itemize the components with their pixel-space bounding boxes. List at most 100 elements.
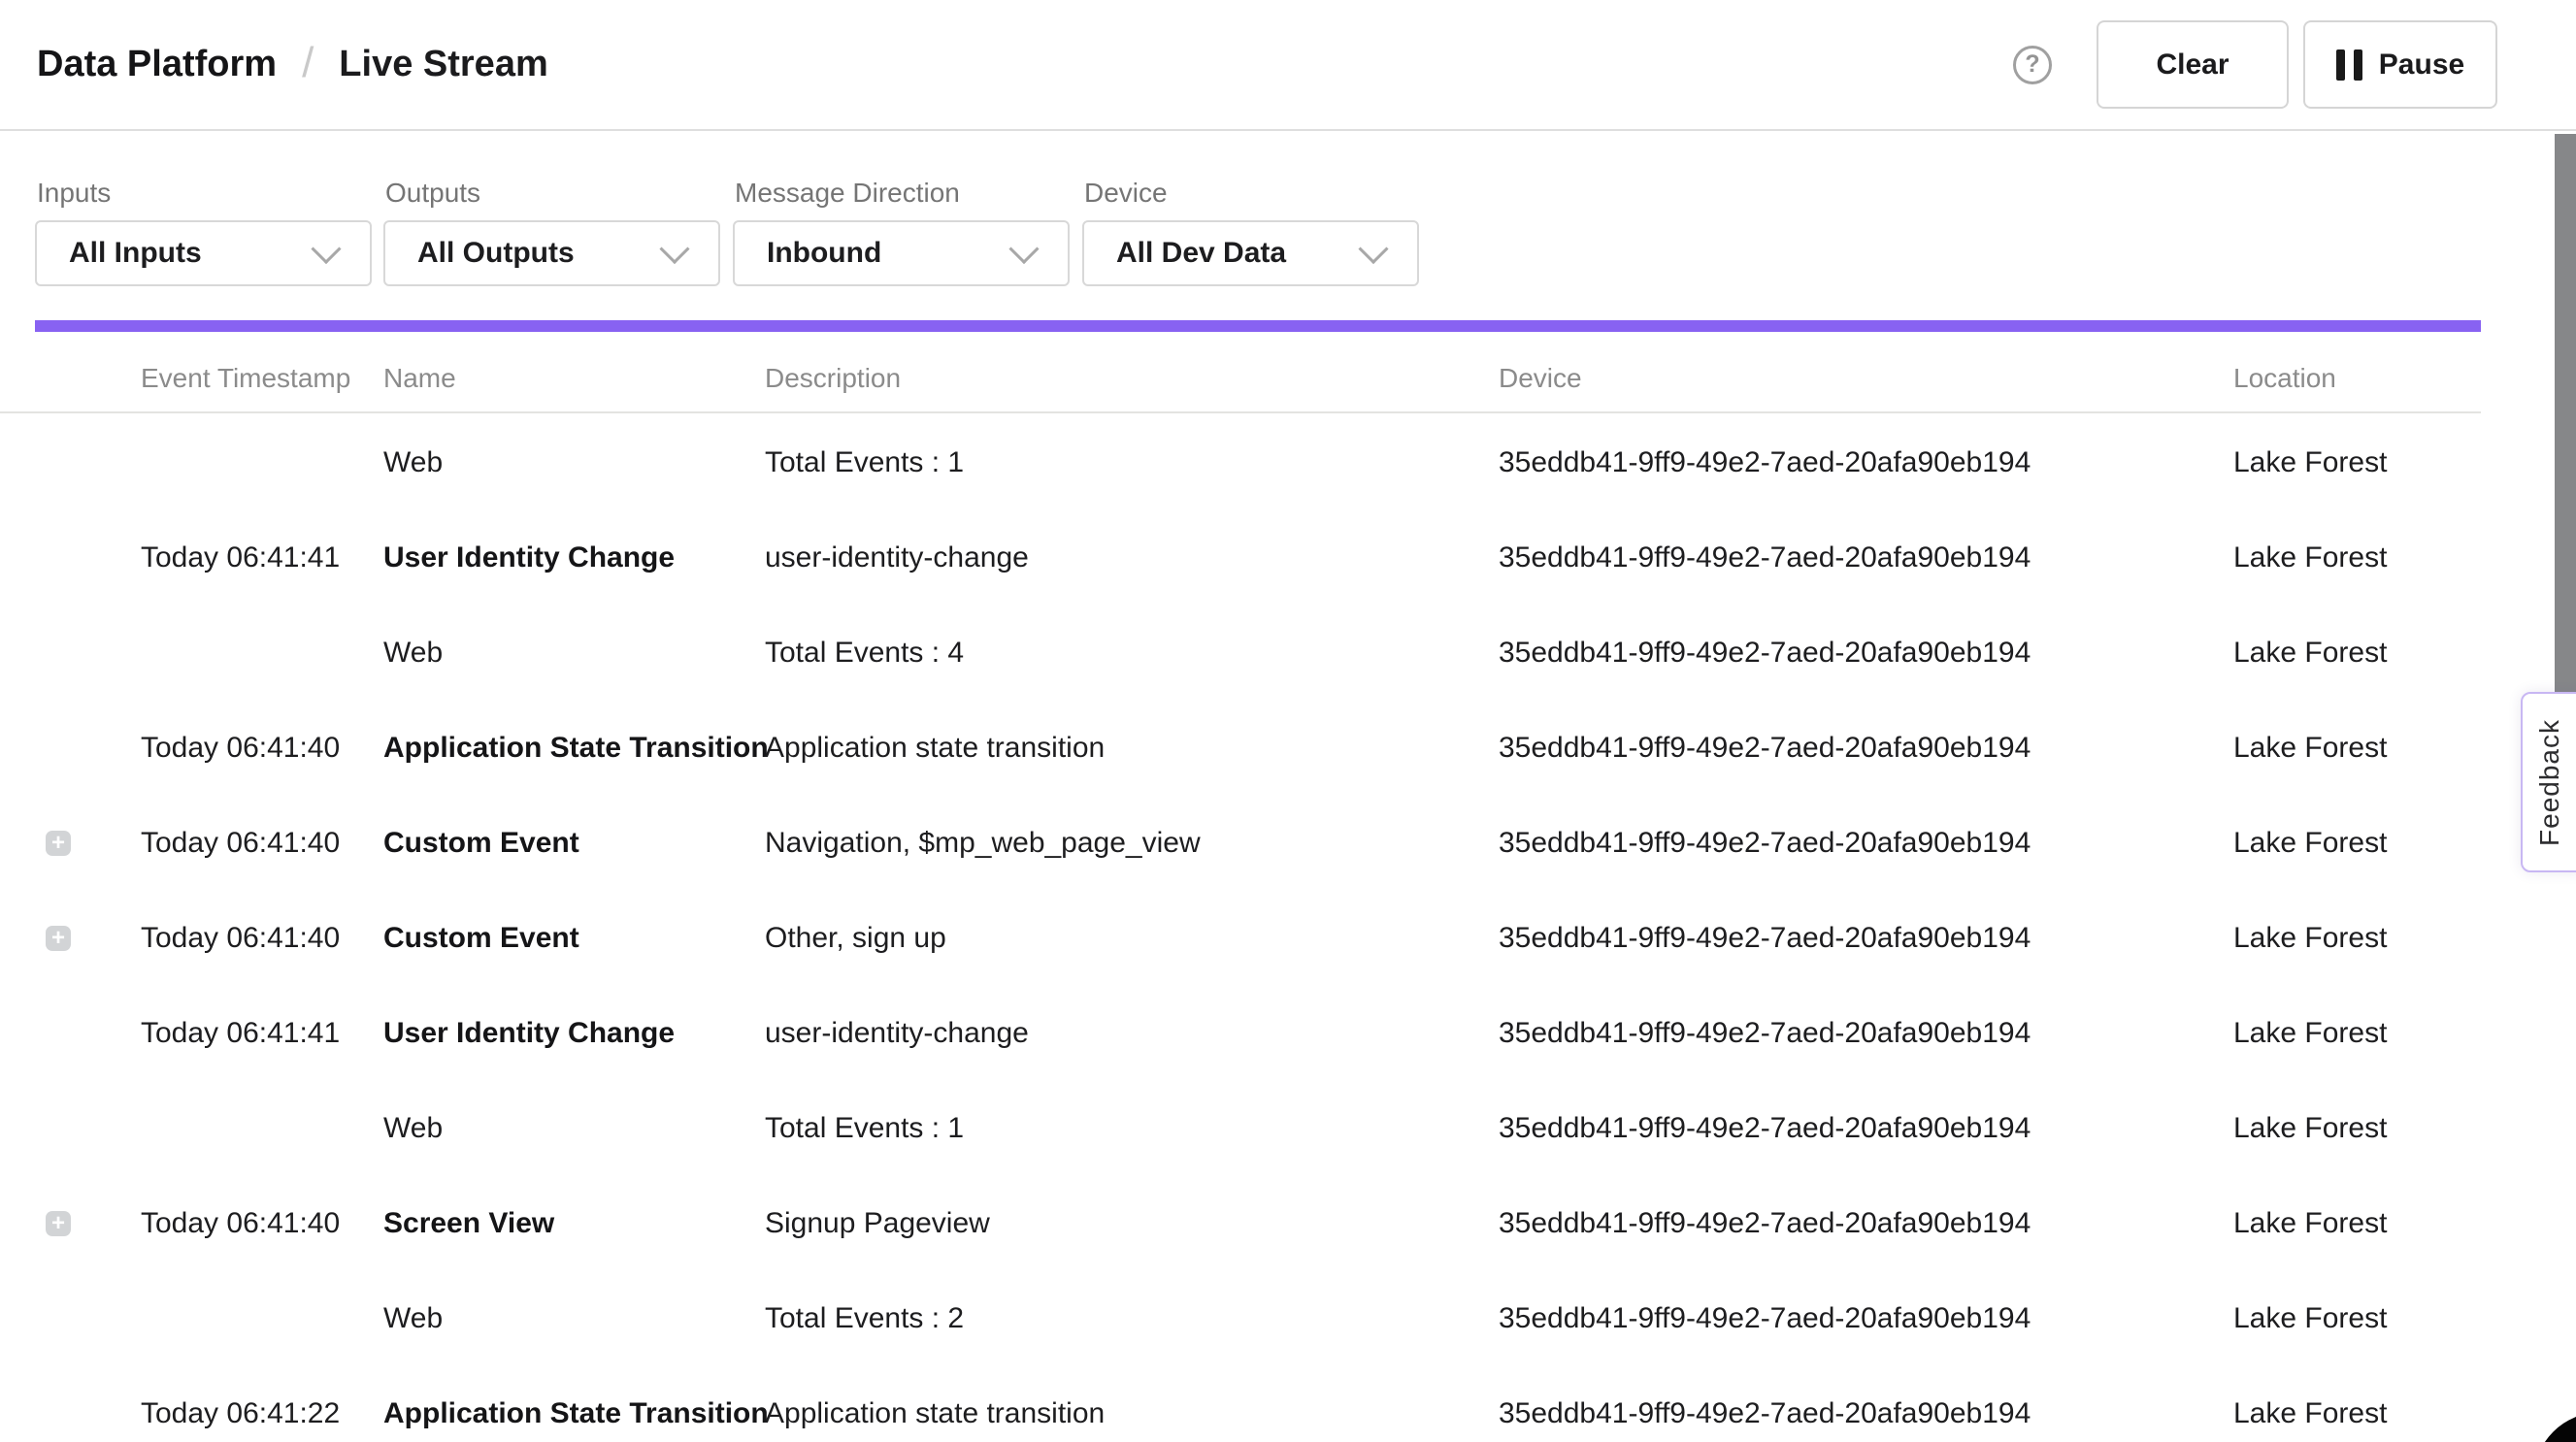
row-name: Application State Transition (383, 732, 769, 765)
help-icon[interactable]: ? (2013, 46, 2052, 84)
table-row[interactable]: Today 06:41:40 Application State Transiti… (0, 701, 2576, 796)
row-location: Lake Forest (2233, 922, 2387, 955)
row-name: Custom Event (383, 922, 579, 955)
row-name: Web (383, 637, 443, 670)
pause-button-label: Pause (2379, 49, 2464, 82)
row-location: Lake Forest (2233, 1207, 2387, 1240)
row-name: Custom Event (383, 827, 579, 860)
row-device: 35eddb41-9ff9-49e2-7aed-20afa90eb194 (1499, 827, 2031, 860)
row-timestamp: Today 06:41:40 (141, 1207, 340, 1240)
column-header-name: Name (383, 363, 456, 394)
filter-outputs-select[interactable]: All Outputs (383, 220, 720, 286)
column-header-location: Location (2233, 363, 2336, 394)
expand-row-button[interactable]: + (46, 1211, 71, 1236)
header-actions: ? Clear Pause (2013, 20, 2497, 109)
plus-icon: + (51, 926, 65, 951)
header: Data Platform / Live Stream ? Clear Paus… (0, 0, 2576, 131)
pause-button[interactable]: Pause (2303, 20, 2497, 109)
row-device: 35eddb41-9ff9-49e2-7aed-20afa90eb194 (1499, 1207, 2031, 1240)
pause-icon (2336, 49, 2362, 81)
row-device: 35eddb41-9ff9-49e2-7aed-20afa90eb194 (1499, 922, 2031, 955)
row-location: Lake Forest (2233, 446, 2387, 479)
row-description: Application state transition (765, 732, 1105, 765)
plus-icon: + (51, 831, 65, 856)
row-device: 35eddb41-9ff9-49e2-7aed-20afa90eb194 (1499, 1397, 2031, 1430)
filter-message-direction-label: Message Direction (735, 178, 960, 209)
row-location: Lake Forest (2233, 637, 2387, 670)
breadcrumb: Data Platform / Live Stream (37, 41, 548, 89)
column-header-description: Description (765, 363, 901, 394)
row-description: Total Events : 1 (765, 446, 964, 479)
row-timestamp: Today 06:41:41 (141, 541, 340, 574)
row-description: Other, sign up (765, 922, 946, 955)
clear-button-label: Clear (2156, 49, 2229, 82)
filter-message-direction-select[interactable]: Inbound (733, 220, 1070, 286)
table-header: Event Timestamp Name Description Device … (0, 349, 2481, 413)
table-row[interactable]: Web Total Events : 1 35eddb41-9ff9-49e2-7a… (0, 1081, 2576, 1176)
live-stream-page: Data Platform / Live Stream ? Clear Paus… (0, 0, 2576, 1442)
row-description: Signup Pageview (765, 1207, 990, 1240)
row-device: 35eddb41-9ff9-49e2-7aed-20afa90eb194 (1499, 1112, 2031, 1145)
stream-accent-bar (35, 320, 2481, 332)
feedback-tab[interactable]: Feedback (2521, 692, 2576, 872)
row-location: Lake Forest (2233, 1397, 2387, 1430)
chevron-down-icon (659, 234, 689, 264)
table-row[interactable]: + Today 06:41:40 Custom Event Other, sign u… (0, 891, 2576, 986)
row-timestamp: Today 06:41:40 (141, 922, 340, 955)
row-timestamp: Today 06:41:40 (141, 827, 340, 860)
table-row[interactable]: WebTotal Events : 235eddb41-9ff9-49e2-7a… (0, 1271, 2576, 1366)
row-description: Total Events : 1 (765, 1112, 964, 1145)
row-location: Lake Forest (2233, 1017, 2387, 1050)
table-row[interactable]: Today 06:41:22Application State Transiti… (0, 1366, 2576, 1442)
row-location: Lake Forest (2233, 827, 2387, 860)
filter-device-label: Device (1084, 178, 1168, 209)
table-row[interactable]: Today 06:41:41User Identity Changeuser-i… (0, 510, 2576, 606)
feedback-tab-label: Feedback (2534, 719, 2565, 846)
row-device: 35eddb41-9ff9-49e2-7aed-20afa90eb194 (1499, 1302, 2031, 1335)
row-name: Web (383, 446, 443, 479)
expand-row-button[interactable]: + (46, 926, 71, 951)
row-timestamp: Today 06:41:40 (141, 732, 340, 765)
row-timestamp: Today 06:41:22 (141, 1397, 340, 1430)
breadcrumb-section[interactable]: Data Platform (37, 44, 277, 85)
filter-message-direction-value: Inbound (767, 237, 881, 270)
row-device: 35eddb41-9ff9-49e2-7aed-20afa90eb194 (1499, 446, 2031, 479)
chevron-down-icon (311, 234, 341, 264)
table-row[interactable]: Web Total Events : 4 35eddb41-9ff9-49e2-7a… (0, 606, 2576, 701)
row-name: Screen View (383, 1207, 554, 1240)
vertical-scrollbar-thumb[interactable] (2555, 134, 2576, 736)
expand-row-button[interactable]: + (46, 831, 71, 856)
table-row[interactable]: Today 06:41:41User Identity Changeuser-i… (0, 986, 2576, 1081)
page-title: Live Stream (339, 44, 547, 85)
filter-bar: Inputs All Inputs Outputs All Outputs Me… (0, 133, 2576, 320)
plus-icon: + (51, 1211, 65, 1236)
row-name: Web (383, 1112, 443, 1145)
chevron-down-icon (1358, 234, 1388, 264)
row-description: user-identity-change (765, 541, 1029, 574)
row-location: Lake Forest (2233, 1112, 2387, 1145)
row-device: 35eddb41-9ff9-49e2-7aed-20afa90eb194 (1499, 732, 2031, 765)
column-header-device: Device (1499, 363, 1582, 394)
column-header-event-timestamp: Event Timestamp (141, 363, 350, 394)
table-row[interactable]: + Today 06:41:40 Screen View Signup Pagevie… (0, 1176, 2576, 1271)
row-location: Lake Forest (2233, 541, 2387, 574)
filter-device-select[interactable]: All Dev Data (1082, 220, 1419, 286)
clear-button[interactable]: Clear (2097, 20, 2289, 109)
row-description: Total Events : 4 (765, 637, 964, 670)
row-location: Lake Forest (2233, 1302, 2387, 1335)
row-description: Navigation, $mp_web_page_view (765, 827, 1201, 860)
row-description: Total Events : 2 (765, 1302, 964, 1335)
row-location: Lake Forest (2233, 732, 2387, 765)
table-row[interactable]: Web Total Events : 1 35eddb41-9ff9-49e2-7a… (0, 415, 2576, 510)
table-body: Web Total Events : 1 35eddb41-9ff9-49e2-7a… (0, 415, 2576, 1442)
chevron-down-icon (1008, 234, 1039, 264)
row-name: User Identity Change (383, 1017, 675, 1050)
row-device: 35eddb41-9ff9-49e2-7aed-20afa90eb194 (1499, 637, 2031, 670)
row-timestamp: Today 06:41:41 (141, 1017, 340, 1050)
filter-device-value: All Dev Data (1116, 237, 1286, 270)
filter-inputs-select[interactable]: All Inputs (35, 220, 372, 286)
row-device: 35eddb41-9ff9-49e2-7aed-20afa90eb194 (1499, 1017, 2031, 1050)
filter-inputs-value: All Inputs (69, 237, 202, 270)
table-row[interactable]: + Today 06:41:40 Custom Event Navigation, $… (0, 796, 2576, 891)
row-device: 35eddb41-9ff9-49e2-7aed-20afa90eb194 (1499, 541, 2031, 574)
